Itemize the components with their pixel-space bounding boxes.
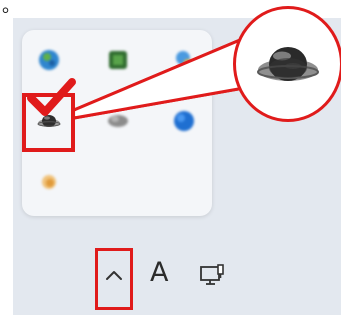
saturn-planet-zoomed-icon xyxy=(257,47,319,81)
orange-app-icon[interactable] xyxy=(36,169,62,195)
globe-app-icon[interactable] xyxy=(36,47,62,73)
caption-punctuation: 。 xyxy=(2,0,20,17)
zoom-callout-circle xyxy=(233,6,341,122)
green-square-app-icon[interactable] xyxy=(105,47,131,73)
chevron-up-icon[interactable] xyxy=(105,268,123,282)
network-monitor-icon[interactable] xyxy=(199,263,227,289)
blue-circle-app-icon[interactable] xyxy=(171,108,197,134)
cloud-app-icon[interactable] xyxy=(171,47,197,73)
highlight-box-tray-icon xyxy=(22,93,75,152)
ime-mode-indicator[interactable]: A xyxy=(150,258,168,288)
gray-app-icon[interactable] xyxy=(105,108,131,134)
